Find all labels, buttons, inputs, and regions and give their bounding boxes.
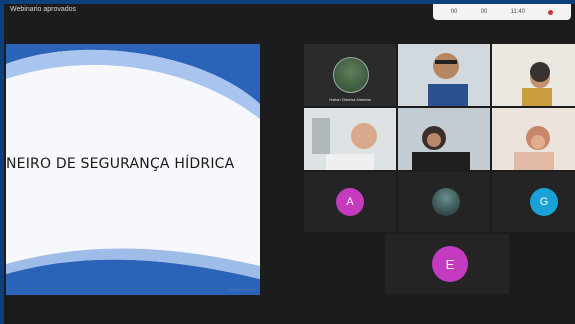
participant-video[interactable] <box>492 44 575 106</box>
meeting-timer: 11:40 <box>510 9 526 15</box>
slide-title: NEIRO DE SEGURANÇA HÍDRICA <box>6 156 235 172</box>
participant-initial-tile[interactable]: G <box>492 172 575 232</box>
control-value-1[interactable]: 00 <box>451 9 458 15</box>
participant-video[interactable] <box>398 108 490 170</box>
profile-photo-badge <box>432 188 460 216</box>
participant-video-frame <box>304 108 396 170</box>
participant-video-frame <box>398 108 490 170</box>
meeting-caption: Webinario aprovados <box>10 6 77 13</box>
participant-video-frame <box>398 44 490 106</box>
participant-video[interactable] <box>492 108 575 170</box>
initial-badge-g: G <box>530 188 558 216</box>
meeting-window: Webinario aprovados 00 00 11:40 NEIRO DE… <box>4 4 575 324</box>
bottom-strip <box>4 296 575 324</box>
participant-video[interactable] <box>398 44 490 106</box>
participant-avatar <box>333 57 369 93</box>
participant-initial-tile[interactable]: E <box>385 234 509 294</box>
participant-video-frame <box>492 108 575 170</box>
meeting-controls[interactable]: 00 00 11:40 <box>433 4 571 20</box>
participant-video-frame <box>492 44 575 106</box>
recording-icon <box>548 9 554 15</box>
initial-badge-e: E <box>432 246 468 282</box>
participant-name: Hallan Oliveira Almeida <box>329 97 371 102</box>
control-value-2[interactable]: 00 <box>481 9 488 15</box>
participant-video[interactable] <box>304 108 396 170</box>
top-bar: Webinario aprovados 00 00 11:40 <box>4 4 575 40</box>
initial-badge-a: A <box>336 188 364 216</box>
participant-tile[interactable]: Hallan Oliveira Almeida <box>304 44 396 106</box>
participant-initial-tile[interactable]: A <box>304 172 396 232</box>
slide-footer: Dinfinite Editora <box>227 287 256 292</box>
participant-initial-tile[interactable] <box>398 172 490 232</box>
shared-slide: NEIRO DE SEGURANÇA HÍDRICA Dinfinite Edi… <box>6 44 260 295</box>
